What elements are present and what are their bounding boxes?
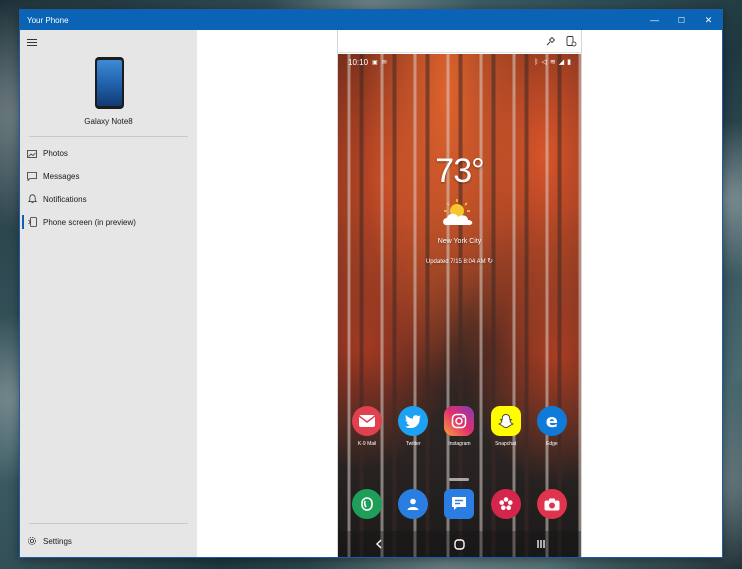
settings-label: Settings <box>43 536 72 546</box>
app-label: Twitter <box>405 441 421 447</box>
gear-icon <box>21 536 43 546</box>
sidebar-item-label: Messages <box>43 171 80 181</box>
sidebar-item-phone-screen[interactable]: Phone screen (in preview) <box>20 211 197 233</box>
weather-updated: Updated 7/15 8:04 AM ↻ <box>425 258 494 265</box>
sidebar-item-photos[interactable]: Photos <box>20 142 197 164</box>
device-image <box>95 57 124 109</box>
messages-app-icon[interactable] <box>444 489 475 519</box>
sidebar-divider <box>29 523 188 524</box>
close-button[interactable]: ✕ <box>695 10 722 30</box>
title-bar[interactable]: Your Phone — ☐ ✕ <box>20 10 722 30</box>
app-twitter[interactable]: Twitter <box>392 406 434 447</box>
app-k9-mail[interactable]: K-9 Mail <box>346 406 388 447</box>
recents-button[interactable] <box>526 534 556 554</box>
app-snapchat[interactable]: Snapchat <box>485 406 527 447</box>
app-edge[interactable]: e Edge <box>531 406 573 447</box>
snapchat-icon <box>490 406 521 436</box>
instagram-icon <box>444 406 475 436</box>
app-label: Edge <box>546 441 558 447</box>
phone-settings-icon[interactable] <box>565 35 577 47</box>
device-name: Galaxy Note8 <box>84 117 133 126</box>
window-title: Your Phone <box>27 15 69 25</box>
home-button[interactable] <box>445 534 475 554</box>
flower-app-icon[interactable] <box>490 489 521 519</box>
signal-icon: ◢ <box>558 59 565 66</box>
phone-app-icon[interactable] <box>352 489 383 519</box>
contacts-icon[interactable] <box>398 489 429 519</box>
phone-clock: 10:10 <box>348 57 369 67</box>
battery-icon: ▮ <box>567 59 571 66</box>
sidebar: Galaxy Note8 Photos Messages Notificatio… <box>20 30 197 557</box>
wifi-icon: ≋ <box>549 59 556 66</box>
android-nav-bar <box>338 531 581 557</box>
app-window: Your Phone — ☐ ✕ Galaxy Note8 Photos Mes… <box>20 10 722 557</box>
phone-toolbar <box>338 30 581 53</box>
partly-cloudy-icon <box>440 199 478 232</box>
app-label: Instagram <box>448 441 471 447</box>
notification-icon: ▣ <box>372 59 378 66</box>
app-drawer-handle[interactable] <box>449 478 469 481</box>
mute-icon: ◁ <box>541 59 547 66</box>
app-label: Snapchat <box>495 441 517 447</box>
bell-icon <box>21 194 43 204</box>
sidebar-item-messages[interactable]: Messages <box>20 165 197 187</box>
pin-icon[interactable] <box>545 35 557 47</box>
phone-screen-icon <box>21 217 43 227</box>
weather-city: New York City <box>437 238 482 245</box>
refresh-icon[interactable]: ↻ <box>487 258 493 265</box>
sidebar-item-label: Photos <box>43 148 68 158</box>
bluetooth-icon: ᛒ <box>534 58 539 66</box>
edge-icon: e <box>536 406 567 436</box>
phone-dock <box>338 489 581 519</box>
messages-icon <box>21 171 43 181</box>
twitter-icon <box>398 406 429 436</box>
sidebar-item-settings[interactable]: Settings <box>20 530 197 552</box>
phone-screen-panel: 10:10 ▣ ✉ ᛒ ◁ ≋ ◢ ▮ 73° New York City Up… <box>337 30 582 557</box>
sidebar-item-notifications[interactable]: Notifications <box>20 188 197 210</box>
home-app-row: K-9 Mail Twitter Instagram Snapchat e Ed… <box>338 406 581 447</box>
hamburger-menu-icon[interactable] <box>27 39 37 47</box>
main-content: 10:10 ▣ ✉ ᛒ ◁ ≋ ◢ ▮ 73° New York City Up… <box>197 30 722 557</box>
phone-status-bar: 10:10 ▣ ✉ ᛒ ◁ ≋ ◢ ▮ <box>338 54 581 70</box>
minimize-button[interactable]: — <box>641 10 668 30</box>
app-label: K-9 Mail <box>357 441 377 447</box>
sidebar-divider <box>29 136 188 137</box>
back-button[interactable] <box>364 534 394 554</box>
window-controls: — ☐ ✕ <box>641 10 722 30</box>
camera-icon[interactable] <box>536 489 567 519</box>
photos-icon <box>21 149 43 158</box>
sidebar-item-label: Phone screen (in preview) <box>43 217 136 227</box>
app-instagram[interactable]: Instagram <box>438 406 480 447</box>
maximize-button[interactable]: ☐ <box>668 10 695 30</box>
k9-mail-icon <box>352 406 383 436</box>
sidebar-item-label: Notifications <box>43 194 87 204</box>
notification-icon: ✉ <box>381 59 387 66</box>
mirrored-phone-screen[interactable]: 10:10 ▣ ✉ ᛒ ◁ ≋ ◢ ▮ 73° New York City Up… <box>338 54 581 557</box>
weather-temperature[interactable]: 73° <box>338 152 581 191</box>
